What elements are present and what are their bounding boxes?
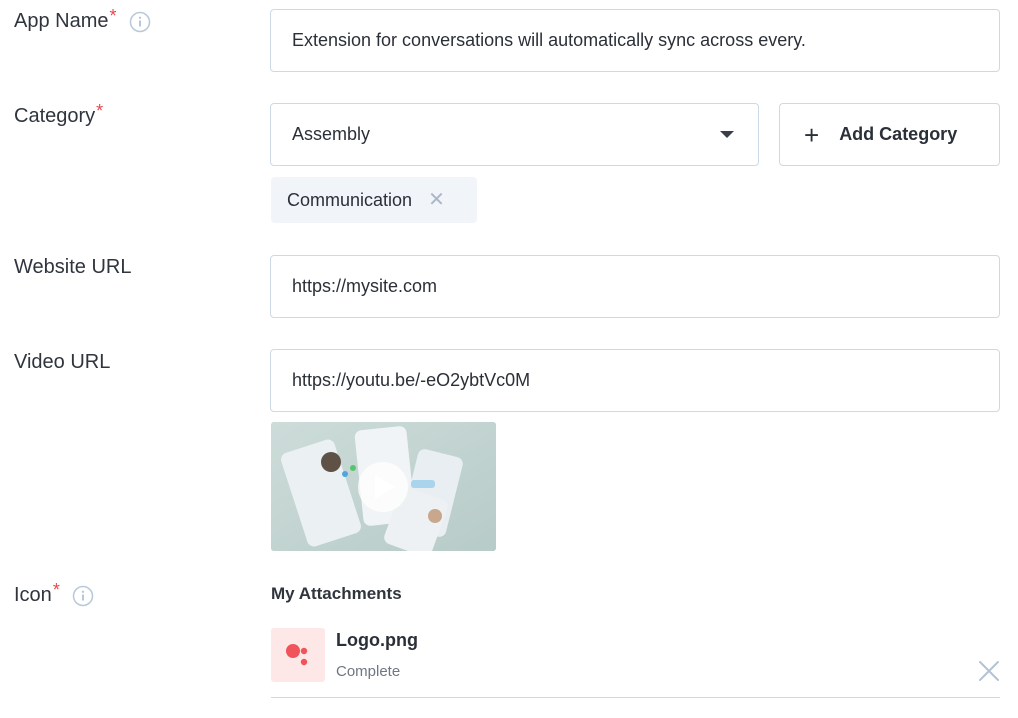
- info-icon[interactable]: [72, 585, 94, 607]
- category-label: Category *: [14, 101, 103, 128]
- video-url-value: https://youtu.be/-eO2ybtVc0M: [292, 370, 531, 390]
- website-url-label: Website URL: [14, 256, 131, 279]
- website-url-value: https://mysite.com: [292, 276, 438, 296]
- app-name-value: Extension for conversations will automat…: [292, 30, 806, 50]
- required-asterisk: *: [52, 580, 60, 600]
- chevron-down-icon: [720, 131, 734, 138]
- icon-label-text: Icon: [14, 584, 52, 606]
- info-icon[interactable]: [129, 11, 151, 33]
- category-chip: Communication ✕: [271, 177, 477, 223]
- app-name-label: App Name *: [14, 6, 151, 33]
- required-asterisk: *: [96, 101, 104, 121]
- app-name-input[interactable]: Extension for conversations will automat…: [270, 9, 1000, 72]
- website-url-input[interactable]: https://mysite.com: [270, 255, 1000, 318]
- website-url-label-text: Website URL: [14, 256, 132, 278]
- required-asterisk: *: [109, 6, 117, 26]
- category-label-text: Category: [14, 105, 96, 127]
- video-url-label: Video URL: [14, 351, 110, 374]
- category-selected-value: Assembly: [292, 124, 371, 144]
- category-select[interactable]: Assembly: [270, 103, 759, 166]
- close-icon[interactable]: ✕: [428, 190, 445, 210]
- file-status: Complete: [336, 663, 401, 680]
- video-url-input[interactable]: https://youtu.be/-eO2ybtVc0M: [270, 349, 1000, 412]
- file-thumbnail-icon: [271, 628, 325, 682]
- divider: [271, 697, 1000, 698]
- file-name: Logo.png: [336, 630, 418, 650]
- plus-icon: +: [804, 119, 820, 150]
- icon-label: Icon *: [14, 580, 94, 607]
- close-icon[interactable]: [976, 658, 1002, 684]
- chip-label: Communication: [287, 189, 413, 210]
- app-name-label-text: App Name: [14, 10, 109, 32]
- video-thumbnail[interactable]: [271, 422, 496, 551]
- add-category-label: Add Category: [839, 124, 958, 144]
- attachments-title: My Attachments: [271, 584, 402, 603]
- video-url-label-text: Video URL: [14, 351, 111, 373]
- add-category-button[interactable]: + Add Category: [779, 103, 1000, 166]
